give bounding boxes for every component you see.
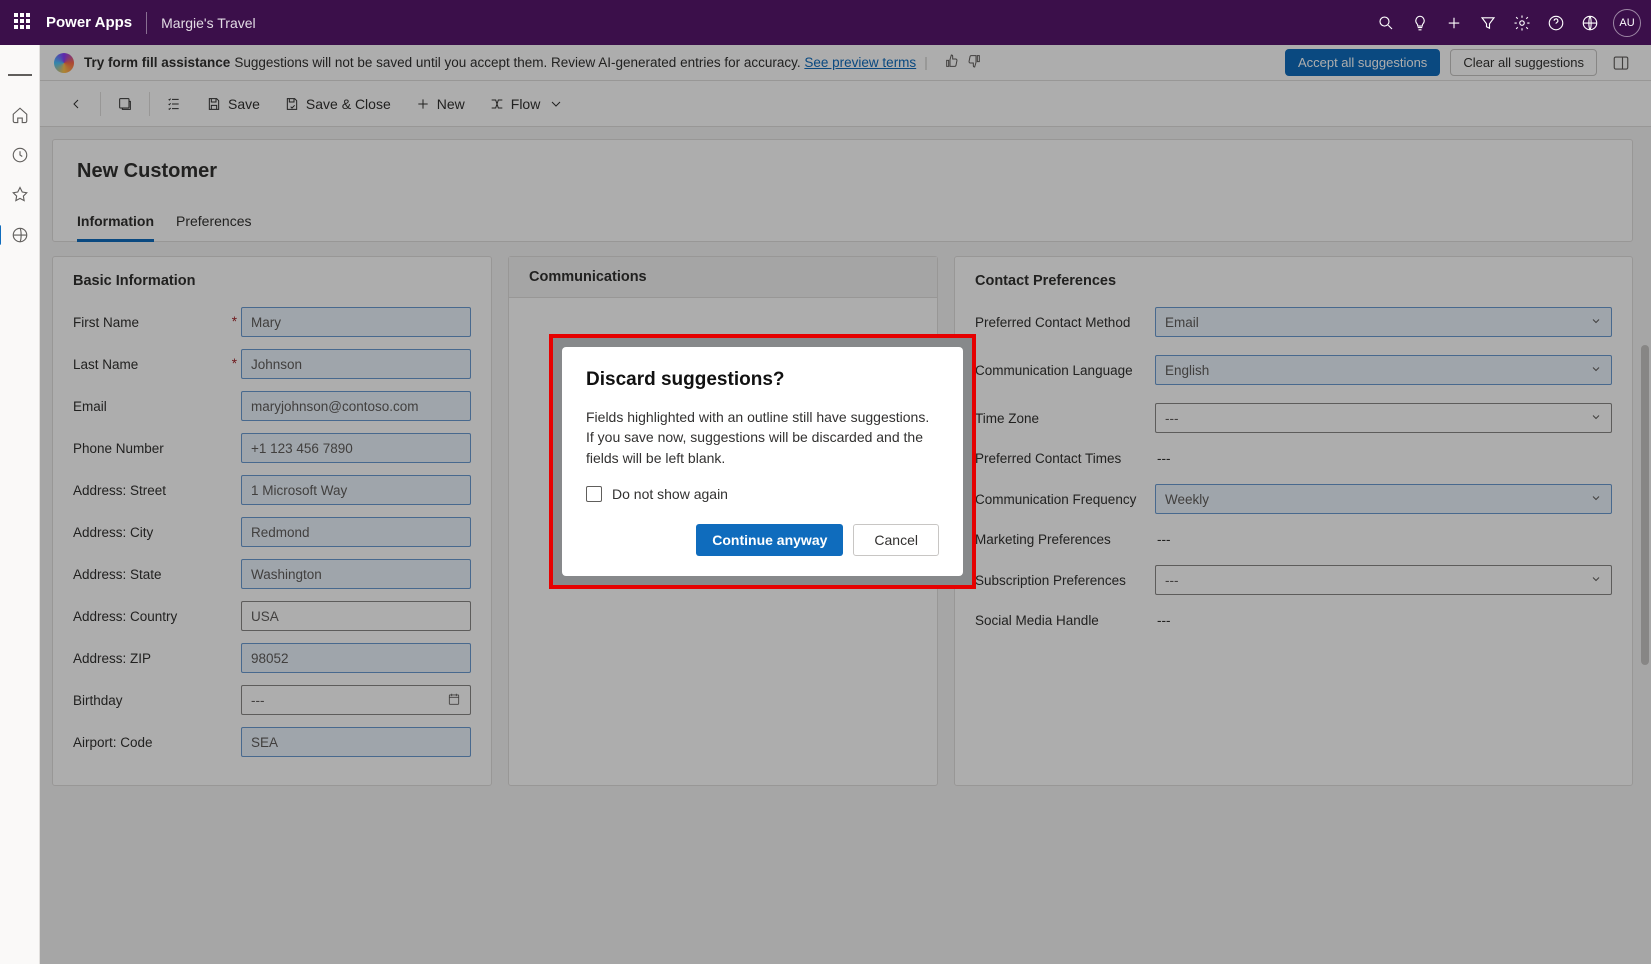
app-header: Power Apps Margie's Travel AU xyxy=(0,0,1651,45)
continue-anyway-button[interactable]: Continue anyway xyxy=(696,524,843,556)
cancel-button[interactable]: Cancel xyxy=(853,524,939,556)
brand-name: Power Apps xyxy=(46,14,132,31)
gear-icon[interactable] xyxy=(1505,6,1539,40)
discard-modal: Discard suggestions? Fields highlighted … xyxy=(562,347,963,576)
recent-icon[interactable] xyxy=(8,143,32,167)
dnsa-label: Do not show again xyxy=(612,486,728,502)
modal-body: Fields highlighted with an outline still… xyxy=(586,407,939,468)
help-icon[interactable] xyxy=(1539,6,1573,40)
search-icon[interactable] xyxy=(1369,6,1403,40)
avatar[interactable]: AU xyxy=(1613,9,1641,37)
home-icon[interactable] xyxy=(8,103,32,127)
pin-icon[interactable] xyxy=(8,183,32,207)
globe-icon[interactable] xyxy=(8,223,32,247)
filter-icon[interactable] xyxy=(1471,6,1505,40)
divider xyxy=(146,12,147,34)
modal-highlight: Discard suggestions? Fields highlighted … xyxy=(549,334,976,589)
plus-icon[interactable] xyxy=(1437,6,1471,40)
waffle-icon[interactable] xyxy=(14,13,34,33)
hamburger-icon[interactable] xyxy=(8,63,32,87)
app-name: Margie's Travel xyxy=(161,15,255,31)
dnsa-checkbox[interactable] xyxy=(586,486,602,502)
lightbulb-icon[interactable] xyxy=(1403,6,1437,40)
modal-title: Discard suggestions? xyxy=(586,369,939,391)
globe-person-icon[interactable] xyxy=(1573,6,1607,40)
left-rail xyxy=(0,45,40,964)
